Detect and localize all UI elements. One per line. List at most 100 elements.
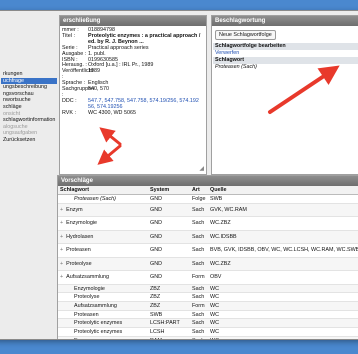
cell-system: ZBZ bbox=[148, 301, 190, 311]
new-keyword-sequence-button[interactable]: Neue Schlagwortfolge bbox=[215, 30, 276, 40]
column-header[interactable]: Schlagwort bbox=[58, 186, 148, 195]
keyword-list-item[interactable]: Proteasen (Sach) bbox=[213, 64, 358, 71]
cell-system: GND bbox=[148, 216, 190, 231]
schlagwort-text: Proteolytic enzymes bbox=[74, 328, 123, 335]
cell-system: ZBZ bbox=[148, 292, 190, 303]
schlagwort-text: Proteolytic enzymes bbox=[74, 320, 123, 327]
suggestion-row[interactable]: + Enzymologie GND Sach WC.ZBZ bbox=[58, 216, 358, 231]
cell-system: RAM bbox=[148, 336, 190, 339]
field-value[interactable]: 547.7, 547.758, 547.758, 574.19/256, 574… bbox=[88, 98, 206, 111]
suggestion-row[interactable]: + Enzym GND Sach GVK, WC.RAM bbox=[58, 203, 358, 218]
cell-art: Sach bbox=[190, 230, 208, 245]
field-label: RVK : bbox=[62, 109, 76, 116]
field-label: DDC : bbox=[62, 97, 77, 104]
cell-system: GND bbox=[148, 270, 190, 285]
cell-quelle: WC bbox=[208, 292, 358, 303]
beschlagwortung-header: Beschlagwortung bbox=[212, 16, 358, 26]
column-header[interactable]: Quelle bbox=[208, 186, 358, 195]
suggestion-row[interactable]: + Hydrolasen GND Sach WC.IDSBB bbox=[58, 230, 358, 245]
suggestion-row[interactable]: Proteolytic enzymes LCSH Sach WC bbox=[58, 327, 358, 337]
beschlagwortung-panel: Beschlagwortung Neue Schlagwortfolge Sch… bbox=[211, 15, 358, 175]
cell-quelle: WC bbox=[208, 301, 358, 311]
column-header[interactable]: System bbox=[148, 186, 190, 195]
nav-item[interactable]: ungsbeschreibung bbox=[1, 84, 57, 91]
cell-art: Form bbox=[190, 301, 208, 311]
keyword-list-item[interactable]: Schlagwortfolge bearbeiten bbox=[213, 43, 358, 50]
cell-quelle: WC bbox=[208, 318, 358, 329]
suggestion-row[interactable]: Proteolyse ZBZ Sach WC bbox=[58, 292, 358, 303]
cell-art: Sach bbox=[190, 243, 208, 258]
cell-quelle: GVK, WC.RAM bbox=[208, 203, 358, 218]
cell-schlagwort: + Enzymologie bbox=[58, 216, 148, 231]
nav-item[interactable]: ngsvorschau bbox=[1, 91, 57, 98]
expand-plus-icon[interactable]: + bbox=[60, 274, 63, 280]
keyword-list-item[interactable]: Schlagwort bbox=[213, 57, 358, 64]
suggestion-row[interactable]: Proteasen (Sach) GND Folge SWB bbox=[58, 194, 358, 204]
cell-system: LCSH bbox=[148, 327, 190, 337]
cell-schlagwort: Proteolytic enzymes bbox=[58, 327, 148, 337]
cell-art: Sach bbox=[190, 203, 208, 218]
suggestion-row[interactable]: Proteasen SWB Sach WC bbox=[58, 310, 358, 320]
cell-quelle: WC.ZBZ bbox=[208, 216, 358, 231]
suggestion-row[interactable]: + Proteolyse GND Sach WC.ZBZ bbox=[58, 257, 358, 272]
expand-plus-icon[interactable]: + bbox=[60, 220, 63, 226]
schlagwort-text: Proteolyse bbox=[66, 260, 92, 267]
cell-quelle: WC bbox=[208, 310, 358, 320]
expand-plus-icon[interactable]: + bbox=[60, 207, 63, 213]
cell-schlagwort: Aufsatzsammlung bbox=[58, 301, 148, 311]
nav-item[interactable]: ungsaufgaben bbox=[1, 130, 57, 137]
cell-schlagwort: Proteolytic enzymes bbox=[58, 318, 148, 329]
suggestion-row[interactable]: + Aufsatzsammlung GND Form OBV bbox=[58, 270, 358, 285]
nav-item[interactable]: uchfrage bbox=[1, 77, 57, 85]
nav-item[interactable]: rkungen bbox=[1, 71, 57, 78]
cell-art: Sach bbox=[190, 292, 208, 303]
resize-grip-icon[interactable]: ◢ bbox=[199, 165, 204, 172]
schlagwort-text: Aufsatzsammlung bbox=[66, 274, 109, 281]
expand-plus-icon[interactable]: + bbox=[60, 261, 63, 267]
suggestions-header-row: Schlagwort System Art Quelle bbox=[58, 186, 358, 195]
column-header[interactable]: Art bbox=[190, 186, 208, 195]
schlagwort-text: Proteasen bbox=[66, 247, 91, 254]
cell-quelle: WC.IDSBB bbox=[208, 230, 358, 245]
cell-quelle: WC bbox=[208, 327, 358, 337]
cell-system: ZBZ bbox=[148, 284, 190, 294]
suggestion-row[interactable]: Enzymes RAMSachWC bbox=[58, 336, 358, 339]
cell-system: GND bbox=[148, 230, 190, 245]
suggestion-row[interactable]: Proteolytic enzymes LCSH:PART Sach WC bbox=[58, 318, 358, 329]
nav-item[interactable]: schläge bbox=[1, 104, 57, 111]
cell-art: Sach bbox=[190, 216, 208, 231]
cell-quelle: BVB, GVK, IDSBB, OBV, WC, WC.LCSH, WC.RA… bbox=[208, 243, 358, 258]
nav-item[interactable]: schlagwortinformation bbox=[1, 117, 57, 124]
cell-art: Sach bbox=[190, 336, 208, 339]
cell-art: Sach bbox=[190, 318, 208, 329]
expand-plus-icon[interactable]: + bbox=[60, 234, 63, 240]
erschliessung-panel: erschließung mmer :018894798 Titel : Prote… bbox=[59, 15, 207, 175]
field-label: Titel : bbox=[62, 32, 75, 39]
field-row: Titel : Proteolytic enzymes : a practical… bbox=[62, 32, 206, 46]
schlagwort-text: Enzymologie bbox=[74, 285, 105, 292]
cell-schlagwort: + Proteasen bbox=[58, 243, 148, 258]
cell-art: Sach bbox=[190, 257, 208, 272]
cell-system: GND bbox=[148, 194, 190, 204]
keyword-list-item[interactable]: Verwerfen bbox=[213, 50, 358, 57]
cell-schlagwort: + Proteolyse bbox=[58, 257, 148, 272]
cell-system: LCSH:PART bbox=[148, 318, 190, 329]
cell-quelle: WC bbox=[208, 336, 358, 339]
expand-plus-icon[interactable]: + bbox=[60, 247, 63, 253]
suggestion-row[interactable]: + Proteasen GND Sach BVB, GVK, IDSBB, OBV, W… bbox=[58, 243, 358, 258]
vorschlaege-header: Vorschläge bbox=[58, 176, 358, 186]
cell-schlagwort: + Aufsatzsammlung bbox=[58, 270, 148, 285]
nav-item[interactable]: nwortsuche bbox=[1, 97, 57, 104]
field-row: RVK : WC 4300, WD 5065 bbox=[62, 109, 206, 117]
suggestion-row[interactable]: Aufsatzsammlung ZBZ Form WC bbox=[58, 301, 358, 311]
vorschlaege-panel: Vorschläge Schlagwort System Art Quelle Pro… bbox=[57, 175, 358, 339]
schlagwort-text: Proteasen (Sach) bbox=[74, 195, 116, 202]
suggestion-row[interactable]: Enzymologie ZBZ Sach WC bbox=[58, 284, 358, 294]
nav-item[interactable]: Zurücksetzen bbox=[1, 137, 57, 144]
suggestions-body: Proteasen (Sach) GND Folge SWB + Enzym GND Sach… bbox=[58, 194, 358, 339]
left-navigation: rkungen uchfrage ungsbeschreibung ngsvorsch… bbox=[1, 71, 57, 161]
nav-item[interactable]: alogsuche bbox=[1, 124, 57, 131]
nav-item[interactable]: onsicht bbox=[1, 111, 57, 118]
field-row: DDC : 547.7, 547.758, 547.758, 574.19/256… bbox=[62, 97, 206, 111]
cell-art: Sach bbox=[190, 284, 208, 294]
